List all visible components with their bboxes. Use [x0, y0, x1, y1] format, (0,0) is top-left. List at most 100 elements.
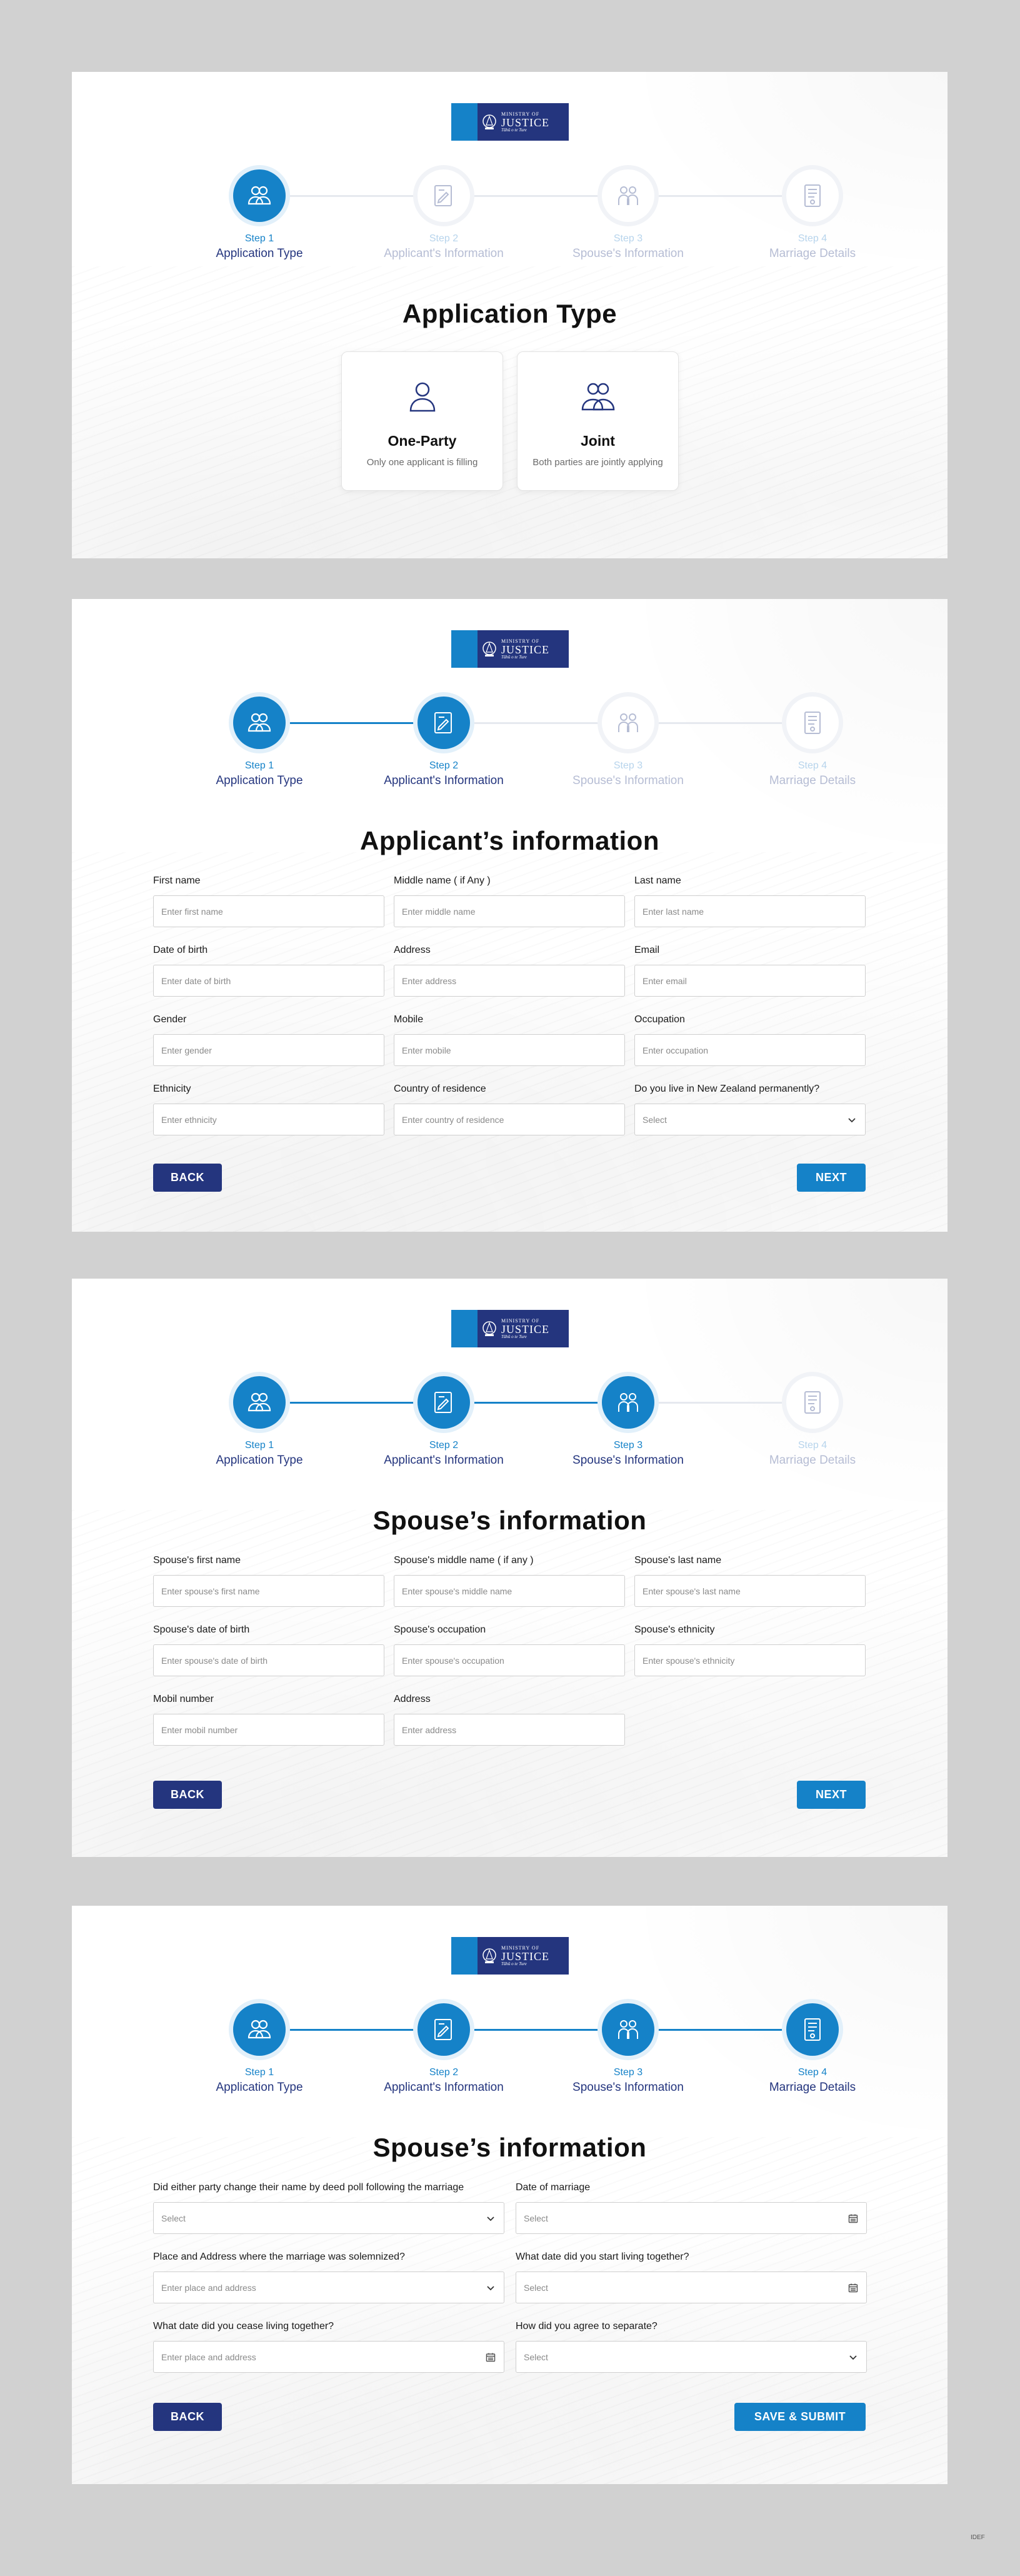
applicant-information-screen: MINISTRY OF JUSTICE Tāhū o te Ture Step …	[72, 599, 948, 1232]
spouse-information-screen: MINISTRY OF JUSTICE Tāhū o te Ture Step …	[72, 1279, 948, 1857]
crest-icon	[482, 641, 496, 657]
occupation-field: Occupation Enter occupation	[634, 1014, 866, 1066]
certificate-icon	[804, 1391, 821, 1414]
page-title: Applicant’s information	[360, 826, 659, 855]
date-of-marriage-input[interactable]: Select	[516, 2202, 867, 2234]
separation-agreement-select[interactable]: Select	[516, 2341, 867, 2373]
first-name-input[interactable]: Enter first name	[153, 895, 384, 927]
document-pen-icon	[434, 185, 452, 206]
step-applicant-information[interactable]: Step 2 Applicant's Information	[369, 2003, 519, 2095]
gender-input[interactable]: Enter gender	[153, 1034, 384, 1066]
mobil-number-input[interactable]: Enter mobil number	[153, 1714, 384, 1746]
step-application-type[interactable]: Step 1 Application Type	[184, 169, 334, 261]
one-party-card[interactable]: One-Party Only one applicant is filling	[341, 351, 503, 491]
certificate-icon	[804, 712, 821, 734]
step-application-type[interactable]: Step 1 Application Type	[184, 2003, 334, 2095]
step-spouse-information[interactable]: Step 3 Spouse's Information	[553, 2003, 703, 2095]
mobile-input[interactable]: Enter mobile	[394, 1034, 625, 1066]
step-applicant-information[interactable]: Step 2 Applicant's Information	[369, 1376, 519, 1467]
progress-stepper: Step 1 Application Type Step 2 Applicant…	[184, 2003, 856, 2097]
ethnicity-input[interactable]: Enter ethnicity	[153, 1104, 384, 1135]
email-input[interactable]: Enter email	[634, 965, 866, 997]
logo-big-text: JUSTICE	[501, 116, 550, 129]
spouse-address-field: Address Enter address	[394, 1694, 625, 1746]
address-input[interactable]: Enter address	[394, 965, 625, 997]
cease-living-together-field: What date did you cease living together?…	[153, 2321, 504, 2373]
chevron-down-icon	[487, 2285, 494, 2290]
calendar-icon	[486, 2353, 496, 2362]
people-icon	[248, 2020, 271, 2039]
step-spouse-information[interactable]: Step 3 Spouse's Information	[553, 697, 703, 788]
ministry-logo: MINISTRY OF JUSTICE Tāhū o te Ture	[451, 1937, 569, 1975]
save-and-submit-button[interactable]: SAVE & SUBMIT	[734, 2403, 866, 2431]
last-name-input[interactable]: Enter last name	[634, 895, 866, 927]
mobil-number-field: Mobil number Enter mobil number	[153, 1694, 384, 1746]
date-of-marriage-field: Date of marriage Select	[516, 2182, 867, 2234]
spouse-ethnicity-input[interactable]: Enter spouse's ethnicity	[634, 1644, 866, 1676]
next-button[interactable]: NEXT	[797, 1164, 866, 1192]
back-button[interactable]: BACK	[153, 2403, 222, 2431]
ministry-logo: MINISTRY OF JUSTICE Tāhū o te Ture	[451, 103, 569, 141]
gender-field: Gender Enter gender	[153, 1014, 384, 1066]
back-button[interactable]: BACK	[153, 1781, 222, 1809]
spouse-date-of-birth-input[interactable]: Enter spouse's date of birth	[153, 1644, 384, 1676]
people-icon	[248, 1392, 271, 1412]
start-living-together-field: What date did you start living together?…	[516, 2251, 867, 2303]
ministry-logo: MINISTRY OF JUSTICE Tāhū o te Ture	[451, 1310, 569, 1347]
cease-living-together-input[interactable]: Enter place and address	[153, 2341, 504, 2373]
spouse-middle-name-input[interactable]: Enter spouse's middle name	[394, 1575, 625, 1607]
country-of-residence-field: Country of residence Enter country of re…	[394, 1084, 625, 1135]
last-name-field: Last name Enter last name	[634, 875, 866, 927]
page-title: Spouse’s information	[372, 1506, 647, 1535]
chevron-down-icon	[848, 1117, 856, 1122]
spouse-last-name-field: Spouse's last name Enter spouse's last n…	[634, 1555, 866, 1607]
progress-stepper: Step 1 Application Type Step 2 Applicant…	[184, 169, 856, 263]
certificate-icon	[804, 2018, 821, 2041]
calendar-icon	[848, 2283, 858, 2292]
spouse-last-name-input[interactable]: Enter spouse's last name	[634, 1575, 866, 1607]
step-spouse-information[interactable]: Step 3 Spouse's Information	[553, 1376, 703, 1467]
step-application-type[interactable]: Step 1 Application Type	[184, 697, 334, 788]
spouse-occupation-field: Spouse's occupation Enter spouse's occup…	[394, 1624, 625, 1676]
people-icon	[248, 186, 271, 205]
spouse-first-name-input[interactable]: Enter spouse's first name	[153, 1575, 384, 1607]
country-of-residence-input[interactable]: Enter country of residence	[394, 1104, 625, 1135]
corner-tag: IDEF	[971, 2534, 985, 2541]
middle-name-input[interactable]: Enter middle name	[394, 895, 625, 927]
back-button[interactable]: BACK	[153, 1164, 222, 1192]
step-application-type[interactable]: Step 1 Application Type	[184, 1376, 334, 1467]
crest-icon	[482, 114, 496, 129]
joint-card[interactable]: Joint Both parties are jointly applying	[517, 351, 679, 491]
application-type-screen: MINISTRY OF JUSTICE Tāhū o te Ture Step …	[72, 72, 948, 558]
permanent-resident-select[interactable]: Select	[634, 1104, 866, 1135]
spouse-ethnicity-field: Spouse's ethnicity Enter spouse's ethnic…	[634, 1624, 866, 1676]
certificate-icon	[804, 184, 821, 207]
document-pen-icon	[434, 2019, 452, 2040]
name-change-select[interactable]: Select	[153, 2202, 504, 2234]
step-marriage-details[interactable]: Step 4 Marriage Details	[738, 1376, 888, 1467]
chevron-down-icon	[487, 2216, 494, 2221]
page-title: Spouse’s information	[372, 2133, 647, 2162]
couple-icon	[618, 186, 638, 205]
occupation-input[interactable]: Enter occupation	[634, 1034, 866, 1066]
spouse-occupation-input[interactable]: Enter spouse's occupation	[394, 1644, 625, 1676]
document-pen-icon	[434, 1392, 452, 1413]
spouse-address-input[interactable]: Enter address	[394, 1714, 625, 1746]
next-button[interactable]: NEXT	[797, 1781, 866, 1809]
start-living-together-input[interactable]: Select	[516, 2272, 867, 2303]
date-of-birth-input[interactable]: Enter date of birth	[153, 965, 384, 997]
chevron-down-icon	[849, 2355, 857, 2360]
address-field: Address Enter address	[394, 945, 625, 997]
step-marriage-details[interactable]: Step 4 Marriage Details	[738, 169, 888, 261]
couple-icon	[618, 2020, 638, 2039]
step-applicant-information[interactable]: Step 2 Applicant's Information	[369, 697, 519, 788]
step-marriage-details[interactable]: Step 4 Marriage Details	[738, 2003, 888, 2095]
ministry-logo: MINISTRY OF JUSTICE Tāhū o te Ture	[451, 630, 569, 668]
calendar-icon	[848, 2214, 858, 2223]
marriage-place-select[interactable]: Enter place and address	[153, 2272, 504, 2303]
step-marriage-details[interactable]: Step 4 Marriage Details	[738, 697, 888, 788]
crest-icon	[482, 1321, 496, 1336]
step-spouse-information[interactable]: Step 3 Spouse's Information	[553, 169, 703, 261]
mobile-field: Mobile Enter mobile	[394, 1014, 625, 1066]
step-applicant-information[interactable]: Step 2 Applicant's Information	[369, 169, 519, 261]
